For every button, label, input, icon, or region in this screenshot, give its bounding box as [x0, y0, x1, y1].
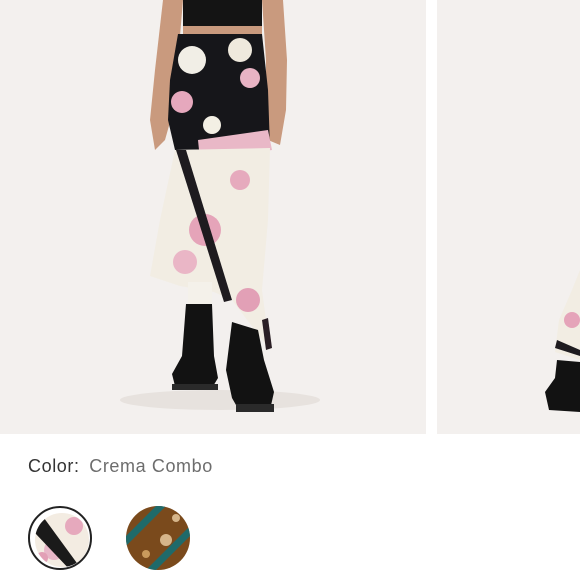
product-image-next[interactable]: [437, 0, 580, 434]
product-image-gallery: [0, 0, 580, 434]
color-value: Crema Combo: [89, 456, 213, 476]
model-skirt-illustration: [0, 0, 426, 434]
skirt-hem-illustration: [437, 0, 580, 434]
swatch-teal-combo-icon: [126, 506, 190, 570]
selected-color: Color: Crema Combo: [28, 456, 213, 477]
swatch-teal-combo[interactable]: [126, 506, 190, 570]
product-image-main[interactable]: [0, 0, 426, 434]
swatch-crema-combo-icon: [35, 513, 89, 567]
color-label: Color:: [28, 456, 80, 476]
swatch-crema-combo[interactable]: [28, 506, 92, 570]
